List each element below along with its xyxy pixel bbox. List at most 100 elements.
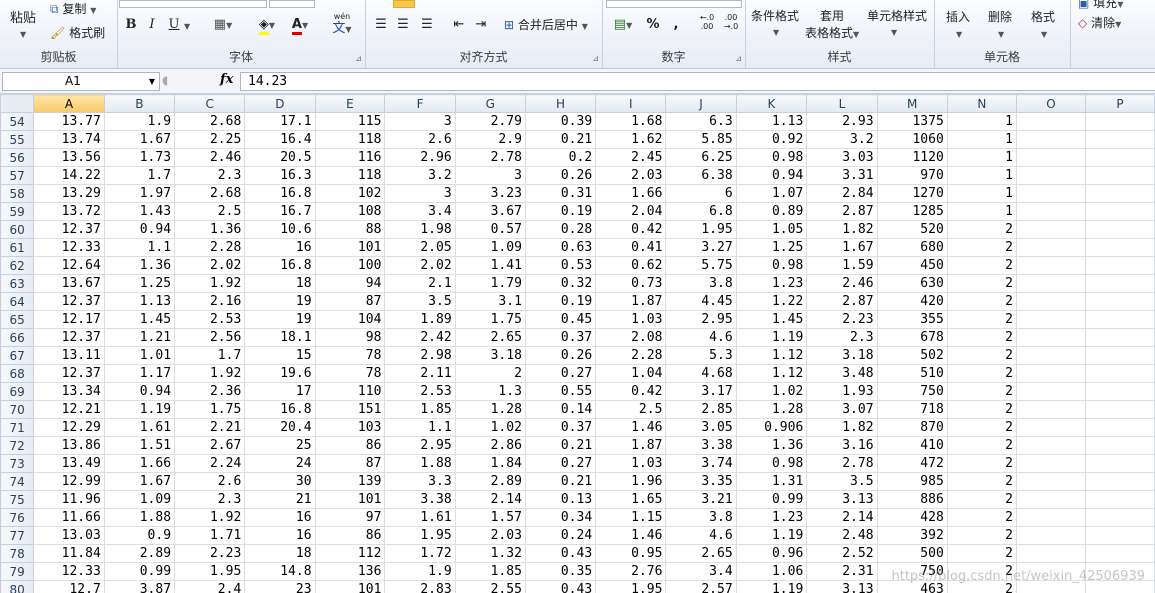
cell-o65[interactable]: [1015, 310, 1086, 329]
cell-p57[interactable]: [1084, 166, 1155, 185]
number-format-box[interactable]: [606, 0, 742, 8]
cell-g79[interactable]: 1.85: [454, 562, 526, 581]
cell-g77[interactable]: 2.03: [454, 526, 526, 545]
cell-g73[interactable]: 1.84: [454, 454, 526, 473]
cell-n61[interactable]: 2: [946, 238, 1017, 257]
cell-i63[interactable]: 0.73: [595, 274, 667, 293]
delete-button[interactable]: 删除: [988, 8, 1012, 25]
cell-a72[interactable]: 13.86: [33, 436, 105, 455]
align-center-button[interactable]: ☰: [393, 14, 413, 36]
cell-j72[interactable]: 3.38: [665, 436, 737, 455]
merge-center-button[interactable]: ⊞ 合并后居中 ▼: [503, 14, 599, 36]
cell-l62[interactable]: 1.59: [806, 256, 878, 275]
cell-o78[interactable]: [1015, 544, 1086, 563]
cell-b57[interactable]: 1.7: [103, 166, 176, 185]
cell-c72[interactable]: 2.67: [174, 436, 246, 455]
cell-i61[interactable]: 0.41: [595, 238, 667, 257]
cell-n73[interactable]: 2: [946, 454, 1017, 473]
cell-o66[interactable]: [1015, 328, 1086, 347]
align-left-button[interactable]: ☰: [371, 14, 391, 36]
cell-n74[interactable]: 2: [946, 472, 1017, 491]
cell-n76[interactable]: 2: [946, 508, 1017, 527]
cell-g66[interactable]: 2.65: [454, 328, 526, 347]
cell-d68[interactable]: 19.6: [244, 364, 316, 383]
font-name-box[interactable]: [119, 0, 267, 8]
cell-a62[interactable]: 12.64: [33, 256, 105, 275]
italic-button[interactable]: I: [142, 14, 162, 36]
cell-m72[interactable]: 410: [876, 436, 948, 455]
cell-g71[interactable]: 1.02: [454, 418, 526, 437]
cell-m74[interactable]: 985: [876, 472, 948, 491]
cell-b58[interactable]: 1.97: [103, 184, 176, 203]
cell-l61[interactable]: 1.67: [806, 238, 878, 257]
cell-p62[interactable]: [1084, 256, 1155, 275]
cell-f56[interactable]: 2.96: [384, 148, 456, 167]
cell-f61[interactable]: 2.05: [384, 238, 456, 257]
cell-c55[interactable]: 2.25: [174, 130, 246, 149]
cell-k64[interactable]: 1.22: [735, 292, 808, 311]
cell-f67[interactable]: 2.98: [384, 346, 456, 365]
cell-h65[interactable]: 0.45: [524, 310, 597, 329]
cell-g63[interactable]: 1.79: [454, 274, 526, 293]
cell-i66[interactable]: 2.08: [595, 328, 667, 347]
cell-h70[interactable]: 0.14: [524, 400, 597, 419]
cell-n57[interactable]: 1: [946, 166, 1017, 185]
cell-b68[interactable]: 1.17: [103, 364, 176, 383]
cell-l72[interactable]: 3.16: [806, 436, 878, 455]
clear-button[interactable]: ◇ 清除▼: [1078, 14, 1121, 31]
cell-j79[interactable]: 3.4: [665, 562, 737, 581]
cell-b78[interactable]: 2.89: [103, 544, 176, 563]
cell-e79[interactable]: 136: [314, 562, 386, 581]
cell-d75[interactable]: 21: [244, 490, 316, 509]
cell-l64[interactable]: 2.87: [806, 292, 878, 311]
cell-k57[interactable]: 0.94: [735, 166, 808, 185]
cell-f68[interactable]: 2.11: [384, 364, 456, 383]
cell-c63[interactable]: 1.92: [174, 274, 246, 293]
cell-k76[interactable]: 1.23: [735, 508, 808, 527]
cell-e76[interactable]: 97: [314, 508, 386, 527]
cell-g69[interactable]: 1.3: [454, 382, 526, 401]
cell-a60[interactable]: 12.37: [33, 220, 105, 239]
cell-m71[interactable]: 870: [876, 418, 948, 437]
cell-b76[interactable]: 1.88: [103, 508, 176, 527]
cell-k56[interactable]: 0.98: [735, 148, 808, 167]
cell-i65[interactable]: 1.03: [595, 310, 667, 329]
cell-k63[interactable]: 1.23: [735, 274, 808, 293]
cell-i64[interactable]: 1.87: [595, 292, 667, 311]
cell-o54[interactable]: [1015, 112, 1086, 131]
cell-c71[interactable]: 2.21: [174, 418, 246, 437]
cell-l55[interactable]: 3.2: [806, 130, 878, 149]
cell-m59[interactable]: 1285: [876, 202, 948, 221]
cell-i60[interactable]: 0.42: [595, 220, 667, 239]
cell-i72[interactable]: 1.87: [595, 436, 667, 455]
cell-h68[interactable]: 0.27: [524, 364, 597, 383]
cell-m64[interactable]: 420: [876, 292, 948, 311]
cell-k80[interactable]: 1.19: [735, 580, 808, 593]
cell-l78[interactable]: 2.52: [806, 544, 878, 563]
cell-m78[interactable]: 500: [876, 544, 948, 563]
cell-e62[interactable]: 100: [314, 256, 386, 275]
cell-a74[interactable]: 12.99: [33, 472, 105, 491]
row-header[interactable]: 79: [0, 562, 35, 581]
cell-m60[interactable]: 520: [876, 220, 948, 239]
cell-l71[interactable]: 1.82: [806, 418, 878, 437]
cell-o64[interactable]: [1015, 292, 1086, 311]
cell-h72[interactable]: 0.21: [524, 436, 597, 455]
cell-i80[interactable]: 1.95: [595, 580, 667, 593]
cell-e77[interactable]: 86: [314, 526, 386, 545]
cell-m57[interactable]: 970: [876, 166, 948, 185]
cell-a78[interactable]: 11.84: [33, 544, 105, 563]
cell-b65[interactable]: 1.45: [103, 310, 176, 329]
cell-a59[interactable]: 13.72: [33, 202, 105, 221]
cell-j56[interactable]: 6.25: [665, 148, 737, 167]
row-header[interactable]: 59: [0, 202, 35, 221]
cell-n72[interactable]: 2: [946, 436, 1017, 455]
cell-p68[interactable]: [1084, 364, 1155, 383]
cell-i70[interactable]: 2.5: [595, 400, 667, 419]
cell-o69[interactable]: [1015, 382, 1086, 401]
underline-dropdown-icon[interactable]: ▼: [184, 18, 190, 32]
cell-i54[interactable]: 1.68: [595, 112, 667, 131]
column-header-b[interactable]: B: [103, 94, 176, 113]
row-header[interactable]: 76: [0, 508, 35, 527]
cell-k73[interactable]: 0.98: [735, 454, 808, 473]
